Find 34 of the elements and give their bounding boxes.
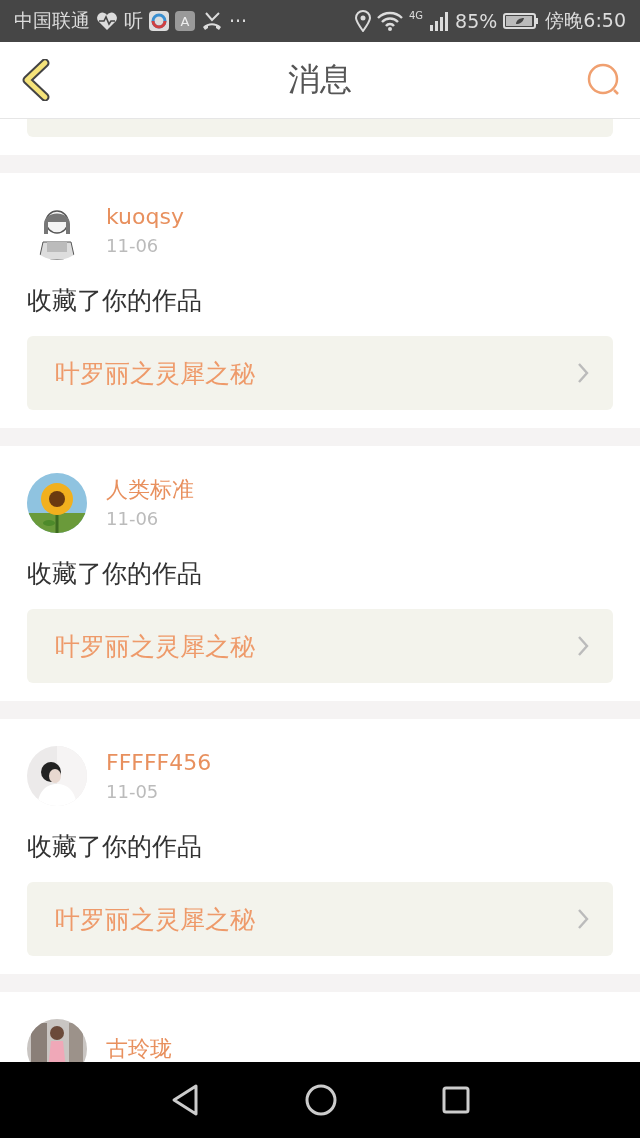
- chevron-right-icon: [577, 908, 589, 930]
- wifi-icon: [376, 11, 403, 31]
- work-link[interactable]: 叶罗丽之灵犀之秘: [27, 336, 613, 410]
- app-badge: A: [175, 11, 195, 31]
- more-indicator: ···: [229, 10, 248, 32]
- user-name[interactable]: FFFFF456: [106, 749, 212, 777]
- location-icon: [354, 10, 371, 32]
- message-date: 11-06: [106, 508, 160, 530]
- chevron-right-icon: [577, 635, 589, 657]
- chevron-right-icon: [577, 362, 589, 384]
- battery-icon: [503, 12, 540, 30]
- app-icon: [149, 11, 169, 31]
- clock-time: 傍晚6:50: [545, 8, 626, 33]
- network-type: 4G: [408, 10, 424, 21]
- heart-pulse-icon: [96, 11, 118, 31]
- back-icon[interactable]: [170, 1083, 200, 1117]
- user-name[interactable]: 人类标准: [106, 476, 194, 504]
- message-date: 11-05: [106, 781, 160, 803]
- app-glyph: 听: [124, 8, 143, 33]
- carrier-name: 中国联通: [14, 8, 90, 33]
- message-text: 收藏了你的作品: [27, 831, 203, 863]
- page-title: 消息: [288, 59, 352, 100]
- signal-icon: [429, 11, 450, 31]
- home-icon[interactable]: [305, 1084, 337, 1116]
- work-link[interactable]: 叶罗丽之灵犀之秘: [27, 609, 613, 683]
- work-link[interactable]: 叶罗丽之灵犀之秘: [27, 882, 613, 956]
- user-name[interactable]: 古玲珑: [106, 1035, 172, 1062]
- message-date: 11-06: [106, 235, 160, 257]
- user-name[interactable]: kuoqsy: [106, 203, 184, 231]
- battery-percent: 85%: [455, 10, 498, 32]
- message-text: 收藏了你的作品: [27, 558, 203, 590]
- recents-icon[interactable]: [442, 1086, 470, 1114]
- missed-call-icon: [201, 11, 223, 31]
- message-text: 收藏了你的作品: [27, 285, 203, 317]
